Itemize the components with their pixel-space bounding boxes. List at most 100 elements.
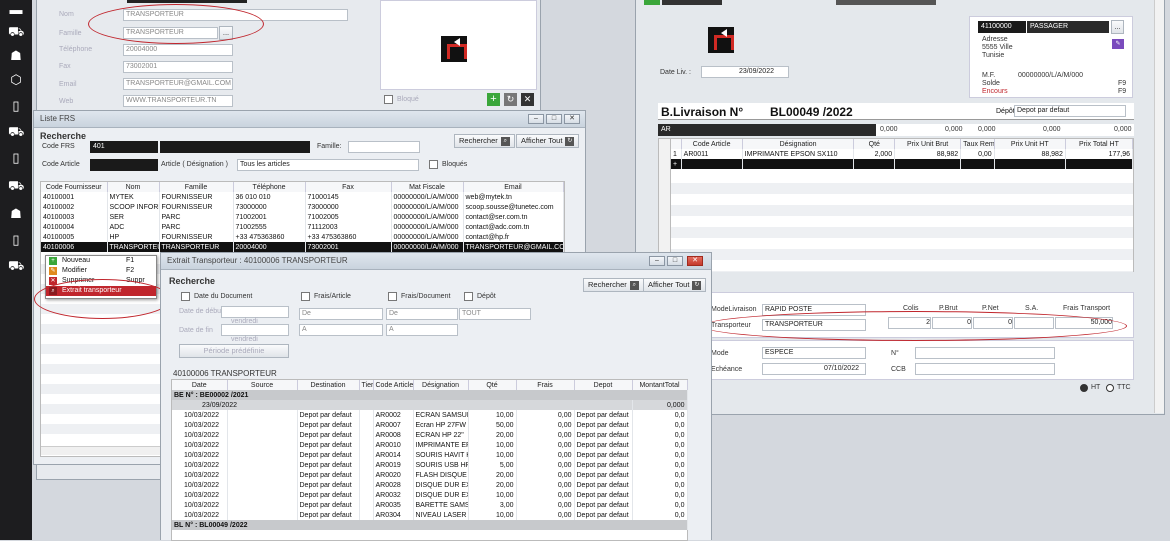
ttc-radio[interactable] xyxy=(1106,384,1114,392)
add-icon[interactable]: + xyxy=(487,93,500,106)
nom-frs-field[interactable] xyxy=(160,141,310,153)
table-row[interactable]: 10/03/2022 Depot par defaut AR0007 Ecran HP… xyxy=(172,420,688,430)
col-famille[interactable]: Famille xyxy=(159,182,234,192)
truck-icon[interactable]: ⛟ xyxy=(8,258,24,274)
date-fin-field[interactable] xyxy=(221,324,289,336)
col-code-fournisseur[interactable]: Code Fournisseur xyxy=(41,182,108,192)
col-telephone[interactable]: Téléphone xyxy=(233,182,306,192)
maximize-button[interactable]: □ xyxy=(667,256,683,266)
code-article-field[interactable] xyxy=(90,159,158,171)
col-code-article[interactable]: Code Article xyxy=(373,380,414,390)
table-row[interactable]: 10/03/2022 Depot par defaut AR0028 DISQUE D… xyxy=(172,480,688,490)
table-row[interactable]: 40100005 HP FOURNISSEUR +33 475363860 +33 47… xyxy=(41,232,564,242)
table-row[interactable]: 10/03/2022 Depot par defaut AR0032 DISQUE D… xyxy=(172,490,688,500)
afficher-tout-button[interactable]: Afficher Tout ↻ xyxy=(643,278,707,292)
frais-document-a[interactable]: A xyxy=(386,324,458,336)
col-designation[interactable]: Désignation xyxy=(413,380,469,390)
date-liv-field[interactable]: 23/09/2022 xyxy=(701,66,789,78)
table-row[interactable]: 10/03/2022 Depot par defaut AR0019 SOURIS U… xyxy=(172,460,688,470)
horizontal-scrollbar[interactable] xyxy=(41,446,171,455)
col-qte[interactable]: Qté xyxy=(468,380,517,390)
truck-icon[interactable]: ⛟ xyxy=(8,124,24,140)
truck-icon[interactable]: ⛟ xyxy=(8,24,24,40)
echeance-field[interactable]: 07/10/2022 xyxy=(762,363,866,375)
col-code-article[interactable]: Code Article xyxy=(681,139,743,149)
n-select[interactable] xyxy=(915,347,1055,359)
afficher-tout-button[interactable]: Afficher Tout ↻ xyxy=(516,134,580,148)
close-icon[interactable]: ✕ xyxy=(521,93,534,106)
article-select[interactable]: Tous les articles xyxy=(237,159,419,171)
col-email[interactable]: Email xyxy=(463,182,564,192)
document-icon[interactable]: ▯ xyxy=(8,98,24,114)
col-depot[interactable]: Depot xyxy=(574,380,633,390)
vertical-scrollbar[interactable] xyxy=(1154,0,1164,413)
date-debut-field[interactable] xyxy=(221,306,289,318)
table-row[interactable]: 40100002SCOOP INFORMATIFOURNISSEUR730000… xyxy=(41,202,564,212)
refresh-icon[interactable]: ↻ xyxy=(504,93,517,106)
col-nom[interactable]: Nom xyxy=(107,182,160,192)
person-icon[interactable]: ☗ xyxy=(8,206,24,222)
minimize-button[interactable]: – xyxy=(528,114,544,124)
col-taux-remise[interactable]: Taux Remise xyxy=(960,139,995,149)
close-button[interactable]: ✕ xyxy=(564,114,580,124)
close-button[interactable]: ✕ xyxy=(687,256,703,266)
col-designation[interactable]: Désignation xyxy=(742,139,855,149)
ar-search[interactable]: AR xyxy=(658,124,876,136)
document-icon[interactable]: ▯ xyxy=(8,150,24,166)
menu-item-modifier[interactable]: ✎ Modifier F2 xyxy=(46,266,156,276)
table-row[interactable]: 10/03/2022 Depot par defaut AR0014 SOURIS H… xyxy=(172,450,688,460)
col-qte[interactable]: Qté xyxy=(853,139,896,149)
bloques-checkbox[interactable] xyxy=(429,160,438,169)
col-prix-total[interactable]: Prix Total HT xyxy=(1065,139,1134,149)
table-row[interactable]: 10/03/2022 Depot par defaut AR0020 FLASH DI… xyxy=(172,470,688,480)
frais-article-checkbox[interactable] xyxy=(301,292,310,301)
table-row[interactable]: 10/03/2022 Depot par defaut AR0035 BARETTE … xyxy=(172,500,688,510)
menu-item-nouveau[interactable]: + Nouveau F1 xyxy=(46,256,156,266)
mode-select[interactable]: ESPECE xyxy=(762,347,866,359)
col-date[interactable]: Date xyxy=(172,380,228,390)
col-tier[interactable]: Tier xyxy=(359,380,374,390)
col-prix-ht[interactable]: Prix Unit HT xyxy=(994,139,1066,149)
famille-filter-select[interactable] xyxy=(348,141,420,153)
table-row[interactable]: 40100004 ADC PARC 71002555 71112003 00000000/… xyxy=(41,222,564,232)
frais-article-de[interactable]: De xyxy=(299,308,383,320)
bloque-checkbox[interactable] xyxy=(384,95,393,104)
ccb-field[interactable] xyxy=(915,363,1055,375)
col-mat-fiscale[interactable]: Mat Fiscale xyxy=(391,182,464,192)
frais-document-de[interactable]: De xyxy=(386,308,458,320)
minimize-button[interactable]: – xyxy=(649,256,665,266)
col-montant-total[interactable]: MontantTotal xyxy=(632,380,688,390)
web-field[interactable]: WWW.TRANSPORTEUR.TN xyxy=(123,95,233,107)
email-field[interactable]: TRANSPORTEUR@GMAIL.COM xyxy=(123,78,233,90)
col-fax[interactable]: Fax xyxy=(305,182,392,192)
table-row[interactable]: 10/03/2022 Depot par defaut AR0008 ECRAN HP… xyxy=(172,430,688,440)
fax-field[interactable]: 73002001 xyxy=(123,61,233,73)
col-frais[interactable]: Frais xyxy=(516,380,575,390)
periode-predefinie-button[interactable]: Période prédéfinie xyxy=(179,344,289,358)
ht-radio[interactable] xyxy=(1080,384,1088,392)
rechercher-button[interactable]: Rechercher ⌕ xyxy=(454,134,515,148)
telephone-field[interactable]: 20004000 xyxy=(123,44,233,56)
table-row[interactable]: 1 AR0011 IMPRIMANTE EPSON SX110 2,000 88… xyxy=(671,149,1134,159)
depot-select[interactable]: TOUT xyxy=(459,308,531,320)
depot-checkbox[interactable] xyxy=(464,292,473,301)
date-doc-checkbox[interactable] xyxy=(181,292,190,301)
maximize-button[interactable]: □ xyxy=(546,114,562,124)
code-frs-field[interactable]: 401 xyxy=(90,141,158,153)
client-ellipsis-button[interactable]: ... xyxy=(1111,20,1124,34)
edit-address-icon[interactable]: ✎ xyxy=(1112,39,1124,49)
col-prix-brut[interactable]: Prix Unit Brut xyxy=(894,139,962,149)
frais-document-checkbox[interactable] xyxy=(388,292,397,301)
table-row-selected[interactable]: 40100006TRANSPORTEURTRANSPORTEUR20004000… xyxy=(41,242,564,252)
document-icon[interactable]: ▯ xyxy=(8,232,24,248)
col-destination[interactable]: Destination xyxy=(297,380,360,390)
box-icon[interactable]: ⬡ xyxy=(8,72,24,88)
table-row[interactable]: 10/03/2022 Depot par defaut AR0304 NIVEAU L… xyxy=(172,510,688,520)
frais-article-a[interactable]: A xyxy=(299,324,383,336)
depot-select[interactable]: Depot par defaut xyxy=(1014,105,1126,117)
col-source[interactable]: Source xyxy=(227,380,298,390)
table-row[interactable]: 40100003 SER PARC 71002001 71002005 00000000/… xyxy=(41,212,564,222)
person-icon[interactable]: ☗ xyxy=(8,48,24,64)
rechercher-button[interactable]: Rechercher ⌕ xyxy=(583,278,644,292)
table-row[interactable]: 10/03/2022 Depot par defaut AR0010 IMPRIMAN… xyxy=(172,440,688,450)
